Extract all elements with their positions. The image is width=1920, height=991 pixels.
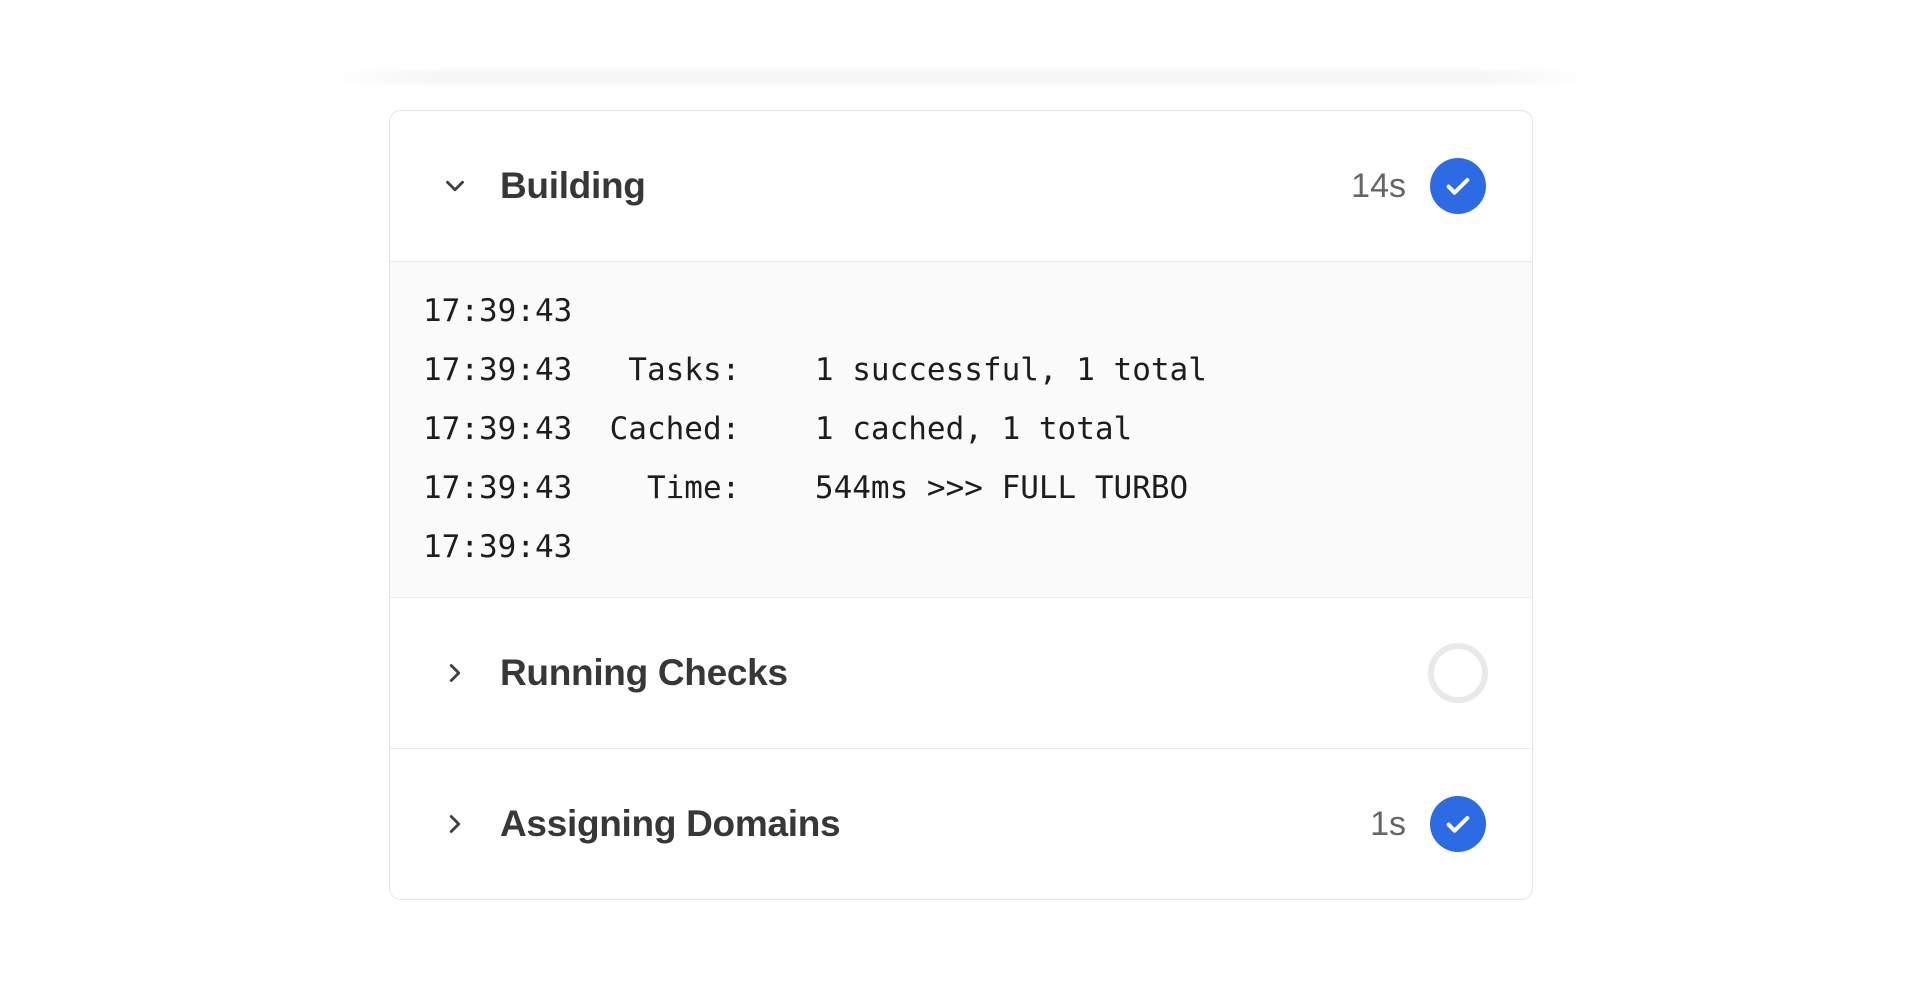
success-check-icon	[1430, 158, 1486, 214]
section-header-assigning-domains[interactable]: Assigning Domains 1s	[390, 748, 1532, 899]
section-title-building: Building	[500, 165, 646, 207]
log-line: 17:39:43	[423, 518, 1492, 577]
section-title-running-checks: Running Checks	[500, 652, 788, 694]
log-line: 17:39:43	[423, 282, 1492, 341]
section-header-building[interactable]: Building 14s	[390, 111, 1532, 261]
top-divider-shadow	[328, 70, 1592, 84]
deployment-steps-card: Building 14s 17:39:43 17:39:43 Tasks: 1 …	[389, 110, 1533, 900]
section-duration-assigning-domains: 1s	[1370, 805, 1406, 844]
chevron-down-icon	[440, 171, 470, 201]
status-slot	[1428, 794, 1488, 854]
status-slot	[1428, 156, 1488, 216]
status-slot	[1428, 643, 1488, 703]
log-line: 17:39:43 Cached: 1 cached, 1 total	[423, 400, 1492, 459]
deployment-status-page: Building 14s 17:39:43 17:39:43 Tasks: 1 …	[0, 0, 1920, 991]
pending-circle-icon	[1428, 643, 1488, 703]
section-header-running-checks[interactable]: Running Checks	[390, 598, 1532, 748]
section-title-assigning-domains: Assigning Domains	[500, 803, 840, 845]
chevron-right-icon	[440, 658, 470, 688]
success-check-icon	[1430, 796, 1486, 852]
build-log-panel[interactable]: 17:39:43 17:39:43 Tasks: 1 successful, 1…	[390, 261, 1532, 598]
section-duration-building: 14s	[1351, 167, 1406, 206]
log-line: 17:39:43 Tasks: 1 successful, 1 total	[423, 341, 1492, 400]
log-line: 17:39:43 Time: 544ms >>> FULL TURBO	[423, 459, 1492, 518]
chevron-right-icon	[440, 809, 470, 839]
